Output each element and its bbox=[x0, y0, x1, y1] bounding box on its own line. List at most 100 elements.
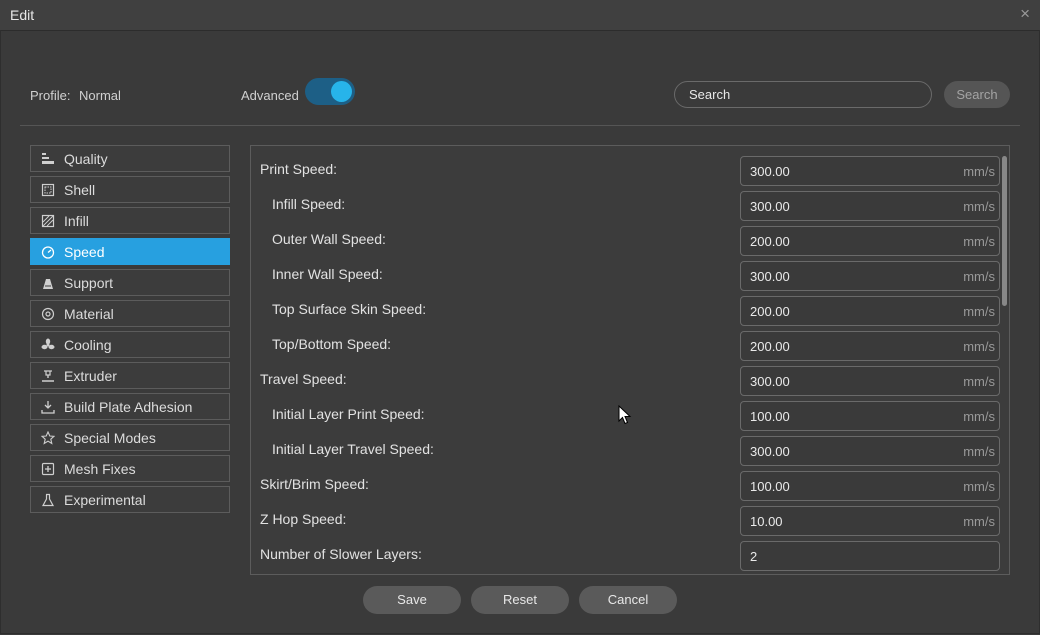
setting-value-field[interactable]: 200.00 mm/s bbox=[740, 331, 1000, 361]
sidebar-item-label: Cooling bbox=[64, 337, 112, 353]
setting-value-field[interactable]: 100.00 mm/s bbox=[740, 401, 1000, 431]
sidebar-item-shell[interactable]: Shell bbox=[30, 176, 230, 203]
setting-row: Infill Speed: 300.00 mm/s bbox=[251, 186, 1000, 221]
category-list: Quality Shell Infill Speed Support Material Co… bbox=[30, 145, 230, 517]
sidebar-item-label: Infill bbox=[64, 213, 89, 229]
setting-value: 300.00 bbox=[750, 199, 790, 214]
setting-row: Initial Layer Travel Speed: 300.00 mm/s bbox=[251, 431, 1000, 466]
setting-value-field[interactable]: 2 bbox=[740, 541, 1000, 571]
setting-value-field[interactable]: 300.00 mm/s bbox=[740, 436, 1000, 466]
title-bar: Edit × bbox=[0, 0, 1040, 31]
setting-label: Print Speed: bbox=[260, 161, 338, 177]
setting-unit: mm/s bbox=[963, 444, 995, 459]
extruder-icon bbox=[42, 370, 54, 382]
infill-icon bbox=[41, 214, 55, 228]
mesh-fix-icon bbox=[41, 462, 55, 476]
toggle-knob bbox=[331, 81, 352, 102]
setting-label: Top Surface Skin Speed: bbox=[272, 301, 427, 317]
setting-value: 2 bbox=[750, 549, 758, 564]
setting-value: 100.00 bbox=[750, 479, 790, 494]
setting-unit: mm/s bbox=[963, 164, 995, 179]
advanced-toggle[interactable] bbox=[305, 78, 355, 105]
setting-row: Skirt/Brim Speed: 100.00 mm/s bbox=[251, 466, 1000, 501]
save-button[interactable]: Save bbox=[363, 586, 461, 614]
setting-label: Outer Wall Speed: bbox=[272, 231, 386, 247]
setting-label: Skirt/Brim Speed: bbox=[260, 476, 369, 492]
setting-label: Number of Slower Layers: bbox=[260, 546, 422, 562]
setting-unit: mm/s bbox=[963, 339, 995, 354]
setting-unit: mm/s bbox=[963, 304, 995, 319]
setting-value-field[interactable]: 300.00 mm/s bbox=[740, 261, 1000, 291]
sidebar-item-label: Extruder bbox=[64, 368, 117, 384]
setting-label: Initial Layer Print Speed: bbox=[272, 406, 425, 422]
search-button[interactable]: Search bbox=[944, 81, 1010, 108]
flask-icon bbox=[41, 493, 55, 507]
setting-value-field[interactable]: 100.00 mm/s bbox=[740, 471, 1000, 501]
mouse-cursor-icon bbox=[618, 405, 632, 425]
sidebar-item-label: Speed bbox=[64, 244, 105, 260]
setting-value-field[interactable]: 300.00 mm/s bbox=[740, 156, 1000, 186]
setting-value-field[interactable]: 200.00 mm/s bbox=[740, 226, 1000, 256]
setting-unit: mm/s bbox=[963, 269, 995, 284]
setting-label: Top/Bottom Speed: bbox=[272, 336, 392, 352]
setting-row: Print Speed: 300.00 mm/s bbox=[251, 151, 1000, 186]
cancel-button[interactable]: Cancel bbox=[579, 586, 677, 614]
sidebar-item-experimental[interactable]: Experimental bbox=[30, 486, 230, 513]
setting-value: 200.00 bbox=[750, 304, 790, 319]
setting-value: 200.00 bbox=[750, 234, 790, 249]
setting-value: 300.00 bbox=[750, 444, 790, 459]
sidebar-item-label: Build Plate Adhesion bbox=[64, 399, 193, 415]
advanced-label: Advanced bbox=[241, 88, 299, 103]
sidebar-item-material[interactable]: Material bbox=[30, 300, 230, 327]
setting-value-field[interactable]: 200.00 mm/s bbox=[740, 296, 1000, 326]
profile-value: Normal bbox=[79, 88, 121, 103]
reset-button[interactable]: Reset bbox=[471, 586, 569, 614]
scrollbar-thumb[interactable] bbox=[1002, 156, 1007, 306]
material-spool-icon bbox=[41, 307, 55, 321]
setting-unit: mm/s bbox=[963, 514, 995, 529]
setting-unit: mm/s bbox=[963, 409, 995, 424]
setting-row: Travel Speed: 300.00 mm/s bbox=[251, 361, 1000, 396]
support-icon bbox=[43, 279, 53, 289]
sidebar-item-extruder[interactable]: Extruder bbox=[30, 362, 230, 389]
quality-icon bbox=[42, 153, 54, 164]
setting-row: Top Surface Skin Speed: 200.00 mm/s bbox=[251, 291, 1000, 326]
setting-value-field[interactable]: 300.00 mm/s bbox=[740, 366, 1000, 396]
search-input[interactable] bbox=[674, 81, 932, 108]
sidebar-item-label: Shell bbox=[64, 182, 96, 198]
window-title: Edit bbox=[10, 7, 35, 23]
sidebar-item-label: Quality bbox=[64, 151, 108, 167]
setting-unit: mm/s bbox=[963, 479, 995, 494]
setting-unit: mm/s bbox=[963, 234, 995, 249]
sidebar-item-quality[interactable]: Quality bbox=[30, 145, 230, 172]
profile-label: Profile: bbox=[30, 88, 71, 103]
star-icon bbox=[41, 431, 55, 445]
build-plate-icon bbox=[41, 401, 55, 414]
setting-row: Outer Wall Speed: 200.00 mm/s bbox=[251, 221, 1000, 256]
setting-label: Travel Speed: bbox=[260, 371, 347, 387]
setting-value: 300.00 bbox=[750, 164, 790, 179]
setting-value-field[interactable]: 300.00 mm/s bbox=[740, 191, 1000, 221]
setting-unit: mm/s bbox=[963, 374, 995, 389]
setting-row: Top/Bottom Speed: 200.00 mm/s bbox=[251, 326, 1000, 361]
sidebar-item-label: Support bbox=[64, 275, 114, 291]
sidebar-item-support[interactable]: Support bbox=[30, 269, 230, 296]
setting-label: Infill Speed: bbox=[272, 196, 346, 212]
sidebar-item-cooling[interactable]: Cooling bbox=[30, 331, 230, 358]
setting-value: 100.00 bbox=[750, 409, 790, 424]
header-divider bbox=[20, 125, 1020, 126]
setting-label: Initial Layer Travel Speed: bbox=[272, 441, 434, 457]
setting-row: Number of Slower Layers: 2 bbox=[251, 536, 1000, 571]
setting-value: 300.00 bbox=[750, 374, 790, 389]
setting-value: 300.00 bbox=[750, 269, 790, 284]
setting-value-field[interactable]: 10.00 mm/s bbox=[740, 506, 1000, 536]
sidebar-item-speed[interactable]: Speed bbox=[30, 238, 230, 265]
setting-value: 10.00 bbox=[750, 514, 783, 529]
setting-label: Z Hop Speed: bbox=[260, 511, 347, 527]
sidebar-item-build-plate-adhesion[interactable]: Build Plate Adhesion bbox=[30, 393, 230, 420]
close-icon[interactable]: × bbox=[1020, 4, 1030, 24]
setting-row: Inner Wall Speed: 300.00 mm/s bbox=[251, 256, 1000, 291]
sidebar-item-special-modes[interactable]: Special Modes bbox=[30, 424, 230, 451]
sidebar-item-infill[interactable]: Infill bbox=[30, 207, 230, 234]
sidebar-item-mesh-fixes[interactable]: Mesh Fixes bbox=[30, 455, 230, 482]
